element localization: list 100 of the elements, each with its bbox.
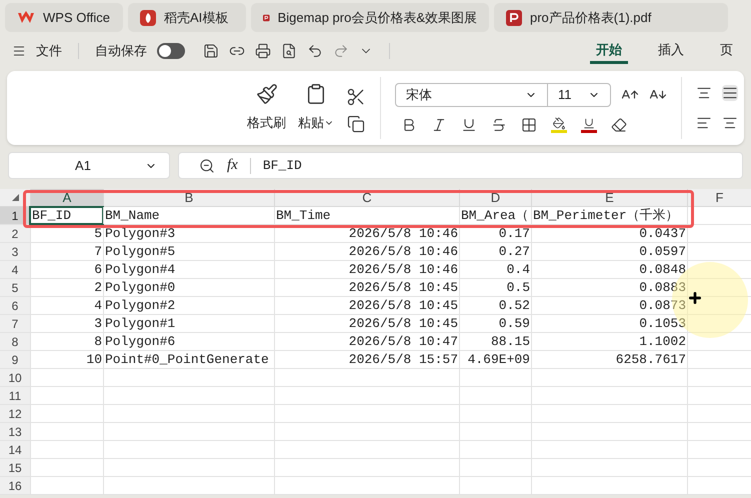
pdf-file-icon [506,10,522,26]
italic-icon[interactable] [431,117,447,133]
table-cell: 0.59 [498,317,530,330]
row-header[interactable]: 15 [0,459,30,476]
row-header[interactable]: 14 [0,441,30,458]
table-cell: 0.17 [498,227,530,240]
table-cell: 3 [94,317,102,330]
column-header[interactable]: D [459,189,531,206]
undo-icon[interactable] [307,43,323,59]
table-cell: 10 [86,353,102,366]
paste-icon[interactable] [305,83,327,106]
format-painter-button[interactable]: 格式刷 [247,113,286,133]
table-cell: BM_Name [105,209,160,222]
table-cell: 2026/5/8 10:46 [348,227,458,240]
file-menu[interactable]: 文件 [36,41,62,61]
zoom-out-icon[interactable] [199,158,215,174]
underline-icon[interactable] [461,117,477,133]
table-cell: 2026/5/8 10:45 [348,317,458,330]
document-tab[interactable]: 稻壳AI模板 [128,3,246,32]
ribbon-tab[interactable]: 开始 [590,38,628,64]
select-all-icon[interactable] [12,194,18,201]
table-cell: Point#0_PointGenerate [105,353,269,366]
table-cell: 6 [94,263,102,276]
table-cell: 0.5 [506,281,530,294]
tab-title: WPS Office [43,8,110,27]
table-cell: 88.15 [490,335,530,348]
table-cell: Polygon#4 [105,263,176,276]
table-cell: 2026/5/8 10:47 [348,335,458,348]
table-cell: 1.1002 [639,335,686,348]
table-cell: 2026/5/8 10:46 [348,263,458,276]
table-cell: 0.1053 [639,317,686,330]
strikethrough-icon[interactable] [491,117,507,133]
borders-icon[interactable] [521,117,537,133]
row-header[interactable]: 8 [0,333,30,350]
paste-button[interactable]: 粘贴 [298,113,334,133]
row-header[interactable]: 7 [0,315,30,332]
table-cell: 2026/5/8 15:57 [348,353,458,366]
table-cell: 6258.7617 [616,353,686,366]
table-cell: 2026/5/8 10:45 [348,299,458,312]
table-cell: 0.27 [498,245,530,258]
table-cell: 2026/5/8 10:45 [348,281,458,294]
document-tab[interactable]: Bigemap pro会员价格表&效果图展 [251,3,489,32]
font-color-icon[interactable] [581,117,597,133]
ribbon-tab[interactable]: 页 [714,38,739,64]
scissors-icon[interactable] [346,86,366,107]
table-cell: 0.4 [506,263,530,276]
table-cell: Polygon#6 [105,335,176,348]
fill-color-icon[interactable] [551,117,567,133]
printer-icon[interactable] [255,43,271,59]
table-cell: 0.0883 [639,281,686,294]
save-icon[interactable] [203,43,219,59]
function-label: fx [227,156,238,176]
column-header[interactable]: C [274,189,459,206]
font-family-dropdown[interactable]: 宋体 [396,84,548,106]
align-left-icon[interactable] [696,115,712,131]
table-cell: Polygon#2 [105,299,176,312]
print-preview-icon[interactable] [281,43,297,59]
row-header[interactable]: 3 [0,243,30,260]
align-center-icon[interactable] [722,115,738,131]
table-cell: Polygon#0 [105,281,176,294]
row-header[interactable]: 9 [0,351,30,368]
align-top-icon[interactable] [696,85,712,101]
column-header[interactable]: F [687,189,751,206]
row-header[interactable]: 10 [0,369,30,386]
ribbon-tab[interactable]: 插入 [652,38,690,64]
row-header[interactable]: 6 [0,297,30,314]
table-cell: BM_Time [276,209,331,222]
font-size-dropdown[interactable]: 11 [548,84,610,106]
formula-bar[interactable]: fx BF_ID [178,152,743,179]
row-header[interactable]: 5 [0,279,30,296]
autosave-toggle[interactable] [157,43,185,59]
row-header[interactable]: 11 [0,387,30,404]
table-cell: Polygon#3 [105,227,176,240]
table-cell: 4.69E+09 [468,353,530,366]
table-cell: 0.0848 [639,263,686,276]
eraser-icon[interactable] [611,117,627,133]
row-header[interactable]: 13 [0,423,30,440]
table-cell: BM_Perimeter（千米） [533,209,679,222]
table-cell: 0.0597 [639,245,686,258]
row-header[interactable]: 4 [0,261,30,278]
table-cell: 5 [94,227,102,240]
autosave-label: 自动保存 [95,42,147,60]
name-box[interactable]: A1 [8,152,170,179]
table-cell: 0.0437 [639,227,686,240]
row-header[interactable]: 12 [0,405,30,422]
wps-logo-icon [17,10,35,24]
document-tab[interactable]: pro产品价格表(1).pdf [494,3,728,32]
table-cell: 8 [94,335,102,348]
tab-title: pro产品价格表(1).pdf [530,8,652,27]
document-tab[interactable]: WPS Office [5,3,123,32]
column-header[interactable]: E [531,189,687,206]
tab-title: 稻壳AI模板 [164,8,228,27]
table-cell: 4 [94,299,102,312]
menu-icon[interactable] [12,44,26,58]
align-middle-icon[interactable] [722,85,738,101]
row-header[interactable]: 16 [0,477,30,494]
row-header[interactable]: 2 [0,225,30,242]
copy-icon[interactable] [347,114,365,133]
column-header[interactable]: B [103,189,274,206]
format-painter-icon[interactable] [256,83,278,106]
